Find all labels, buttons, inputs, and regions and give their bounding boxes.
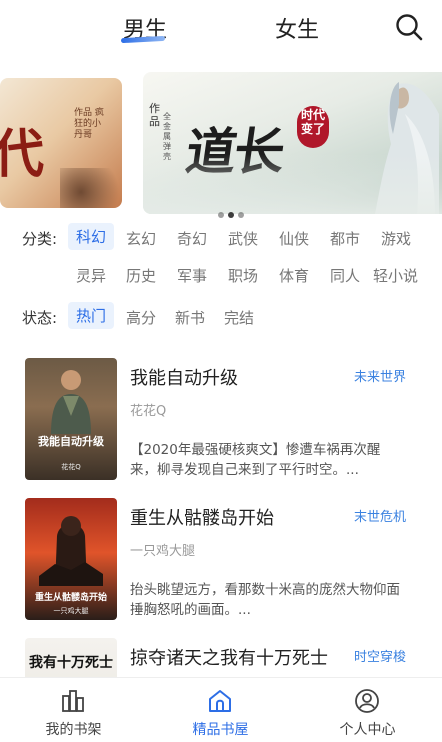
book-list-item[interactable]: 我能自动升级 花花Q 我能自动升级 未来世界 花花Q 【2020年最强硬核爽文】… bbox=[0, 358, 442, 498]
book-list-item[interactable]: 我有十万死士 掠夺诸天之我有十万死士 时空穿梭 bbox=[0, 638, 442, 678]
cover-author: 花花Q bbox=[61, 463, 81, 471]
book-title[interactable]: 重生从骷髅岛开始 bbox=[130, 504, 274, 530]
banner-carousel[interactable]: 代 作品 疯狂的小丹哥 作品 全金属弹壳 道长 时代变了 bbox=[0, 72, 442, 218]
category-chip[interactable]: 同人 bbox=[330, 265, 360, 286]
bottom-navigation: 我的书架 精品书屋 个人中心 bbox=[0, 677, 442, 742]
carousel-dot-active[interactable] bbox=[228, 212, 234, 218]
category-chip[interactable]: 灵异 bbox=[76, 265, 106, 286]
banner-vertical-label: 作品 bbox=[149, 102, 160, 128]
nav-label: 精品书屋 bbox=[192, 722, 249, 738]
book-cover[interactable]: 重生从骷髅岛开始 一只鸡大腿 bbox=[25, 498, 117, 620]
category-chip[interactable]: 武侠 bbox=[228, 228, 258, 249]
book-genre-tag[interactable]: 末世危机 bbox=[354, 506, 406, 525]
carousel-dot[interactable] bbox=[218, 212, 224, 218]
category-chip[interactable]: 历史 bbox=[126, 265, 156, 286]
nav-bookstore[interactable]: 精品书屋 bbox=[147, 678, 294, 742]
nav-bookshelf[interactable]: 我的书架 bbox=[0, 678, 147, 742]
top-tab-bar: 男生 女生 bbox=[0, 0, 442, 58]
cover-author: 一只鸡大腿 bbox=[53, 607, 89, 615]
book-genre-tag[interactable]: 未来世界 bbox=[354, 366, 406, 385]
nav-label: 我的书架 bbox=[45, 722, 102, 738]
banner-seal: 时代变了 bbox=[297, 106, 329, 148]
category-chip[interactable]: 玄幻 bbox=[126, 228, 156, 249]
status-chip[interactable]: 新书 bbox=[175, 307, 205, 328]
book-author: 花花Q bbox=[130, 404, 167, 419]
category-chip[interactable]: 军事 bbox=[177, 265, 207, 286]
banner-card-previous[interactable]: 代 作品 疯狂的小丹哥 bbox=[0, 78, 122, 208]
home-icon bbox=[209, 690, 231, 712]
cover-title: 我能自动升级 bbox=[38, 435, 104, 448]
book-title[interactable]: 掠夺诸天之我有十万死士 bbox=[130, 644, 328, 670]
category-chip[interactable]: 仙侠 bbox=[279, 228, 309, 249]
banner-left-subtitle: 作品 疯狂的小丹哥 bbox=[74, 108, 104, 140]
book-title[interactable]: 我能自动升级 bbox=[130, 364, 238, 390]
book-cover[interactable]: 我有十万死士 bbox=[25, 638, 117, 678]
category-row-1: 分类: 科幻 玄幻 奇幻 武侠 仙侠 都市 游戏 bbox=[0, 222, 442, 254]
carousel-dot[interactable] bbox=[238, 212, 244, 218]
category-chip[interactable]: 体育 bbox=[279, 265, 309, 286]
tab-female[interactable]: 女生 bbox=[275, 12, 319, 44]
category-chip[interactable]: 奇幻 bbox=[177, 228, 207, 249]
status-chip[interactable]: 高分 bbox=[126, 307, 156, 328]
status-label: 状态: bbox=[22, 309, 58, 327]
cover-figure-art bbox=[51, 370, 91, 434]
status-chip[interactable]: 完结 bbox=[224, 307, 254, 328]
cover-figure-art bbox=[39, 516, 103, 586]
book-author: 一只鸡大腿 bbox=[130, 544, 196, 559]
nav-label: 个人中心 bbox=[339, 722, 396, 738]
cover-title: 重生从骷髅岛开始 bbox=[34, 593, 107, 603]
banner-left-art bbox=[60, 168, 122, 208]
category-chip[interactable]: 轻小说 bbox=[373, 265, 418, 286]
profile-icon bbox=[355, 689, 379, 713]
nav-profile[interactable]: 个人中心 bbox=[294, 678, 441, 742]
cover-title: 我有十万死士 bbox=[29, 655, 113, 671]
search-icon[interactable] bbox=[394, 12, 424, 42]
bookshelf-icon bbox=[62, 690, 84, 712]
book-genre-tag[interactable]: 时空穿梭 bbox=[354, 646, 406, 665]
book-description: 【2020年最强硬核爽文】惨遭车祸再次醒来，柳寻发现自己来到了平行时空。... bbox=[130, 442, 381, 478]
book-description: 抬头眺望远方，看那数十米高的庞然大物仰面捶胸怒吼的画面。... bbox=[130, 582, 400, 618]
status-row: 状态: 热门 高分 新书 完结 bbox=[0, 301, 442, 333]
category-label: 分类: bbox=[22, 230, 58, 248]
book-list-item[interactable]: 重生从骷髅岛开始 一只鸡大腿 重生从骷髅岛开始 末世危机 一只鸡大腿 抬头眺望远… bbox=[0, 498, 442, 638]
carousel-dots bbox=[218, 203, 248, 222]
banner-left-title: 代 bbox=[0, 124, 44, 185]
status-chip-selected[interactable]: 热门 bbox=[68, 302, 115, 329]
banner-card-current[interactable]: 作品 全金属弹壳 道长 时代变了 bbox=[143, 72, 442, 214]
category-chip-selected[interactable]: 科幻 bbox=[68, 223, 115, 250]
category-chip[interactable]: 游戏 bbox=[381, 228, 411, 249]
banner-mist-overlay bbox=[143, 154, 442, 214]
category-row-2: 灵异 历史 军事 职场 体育 同人 轻小说 bbox=[0, 259, 442, 291]
category-chip[interactable]: 职场 bbox=[228, 265, 258, 286]
book-cover[interactable]: 我能自动升级 花花Q bbox=[25, 358, 117, 480]
category-chip[interactable]: 都市 bbox=[330, 228, 360, 249]
